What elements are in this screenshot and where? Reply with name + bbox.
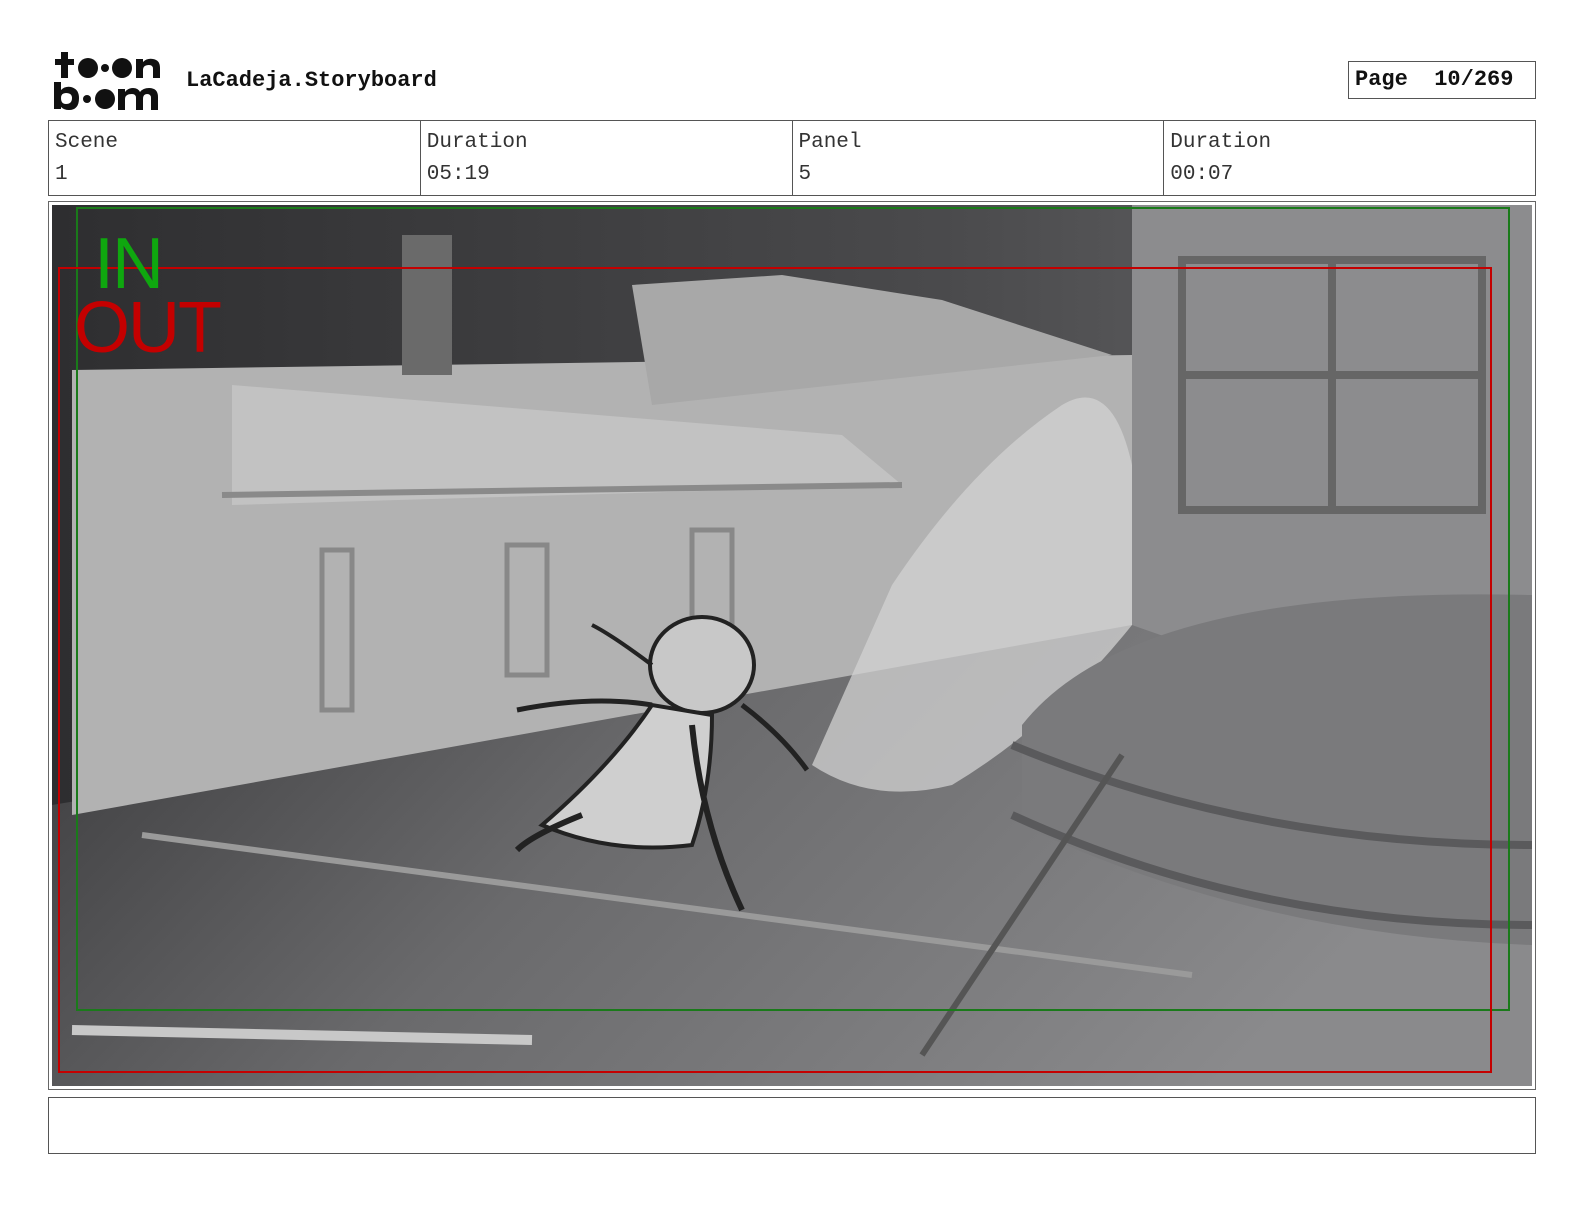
- panel-notes-box: [48, 1097, 1536, 1154]
- page-label: Page: [1355, 67, 1408, 92]
- storyboard-panel-image: [52, 205, 1532, 1086]
- scene-value: 1: [55, 163, 68, 186]
- panel-duration-label: Duration: [1170, 131, 1272, 154]
- toon-boom-logo: [52, 50, 164, 112]
- scene-cell: Scene 1: [49, 121, 421, 195]
- panel-info-table: Scene 1 Duration 05:19 Panel 5 Duration …: [48, 120, 1536, 196]
- panel-value: 5: [798, 163, 812, 186]
- panel-cell: Panel 5: [793, 121, 1165, 195]
- panel-duration-cell: Duration 00:07: [1164, 121, 1535, 195]
- scene-duration-label: Duration: [426, 131, 528, 154]
- scene-duration-value: 05:19: [426, 163, 490, 186]
- page-indicator: Page 10/269: [1348, 61, 1536, 99]
- project-title: LaCadeja.Storyboard: [186, 68, 437, 93]
- panel-duration-value: 00:07: [1170, 163, 1234, 186]
- scene-duration-cell: Duration 05:19: [421, 121, 793, 195]
- panel-label: Panel: [798, 131, 862, 154]
- page-number: 10/269: [1434, 67, 1514, 92]
- scene-label: Scene: [55, 131, 119, 154]
- out-frame-label: OUT: [74, 288, 222, 368]
